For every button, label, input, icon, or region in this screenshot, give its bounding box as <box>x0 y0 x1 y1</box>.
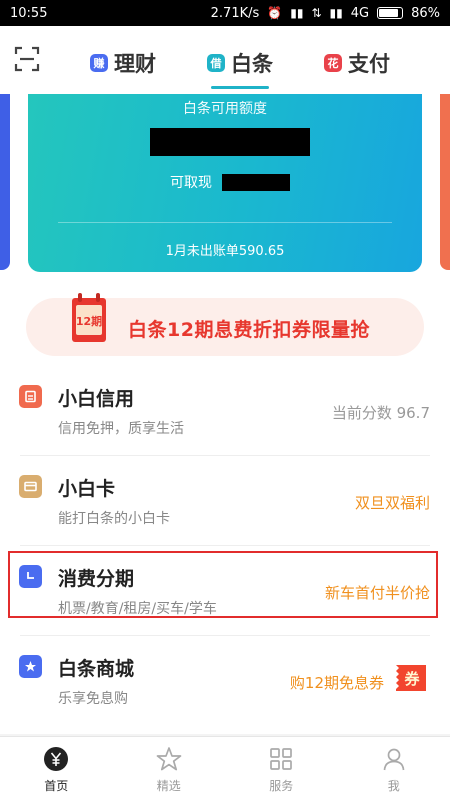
top-nav: 赚 理财 借 白条 花 支付 <box>0 26 450 94</box>
credit-score: 当前分数 96.7 <box>331 404 430 422</box>
tab-badge-baitiao: 借 <box>207 54 225 72</box>
star-outline-icon <box>156 747 182 771</box>
nav-me[interactable]: 我 <box>338 737 450 800</box>
list-item-title: 小白信用 <box>58 388 135 410</box>
nav-me-label: 我 <box>387 779 400 793</box>
status-bar: 10:55 2.71K/s ⏰ ▮▮ ⇅ ▮▮ 4G 86% <box>0 0 450 26</box>
list-item-installment[interactable]: 消费分期 机票/教育/租房/买车/学车 新车首付半价抢 <box>0 546 450 636</box>
scan-icon[interactable] <box>14 46 40 72</box>
list-item-subtitle: 能打白条的小白卡 <box>58 511 170 527</box>
active-tab-indicator <box>211 86 269 89</box>
list-item-mall[interactable]: 白条商城 乐享免息购 购12期免息券 券 <box>0 636 450 726</box>
signal-icon: ▮▮ <box>290 6 304 20</box>
promo-banner[interactable]: 12期 白条12期息费折扣券限量抢 <box>26 293 424 356</box>
nav-home[interactable]: 首页 <box>0 737 113 800</box>
nav-featured-label: 精选 <box>156 779 181 793</box>
list-item-credit[interactable]: 小白信用 信用免押，质享生活 当前分数 96.7 <box>0 366 450 456</box>
credit-limit-card[interactable]: 白条可用额度 可取现 1月未出账单590.65 <box>28 94 422 272</box>
card-divider <box>58 222 392 223</box>
home-yen-icon <box>44 747 69 771</box>
list-item-promo: 双旦双福利 <box>354 494 430 512</box>
card-carousel[interactable]: 白条可用额度 可取现 1月未出账单590.65 <box>0 94 450 280</box>
tab-label-baitiao: 白条 <box>231 52 273 76</box>
limit-amount-redacted <box>150 128 310 156</box>
tab-label-zhifu: 支付 <box>348 52 390 76</box>
network-type: 4G <box>350 5 370 21</box>
unbilled-amount[interactable]: 1月未出账单590.65 <box>28 240 422 259</box>
battery-percent: 86% <box>411 5 440 21</box>
card-icon <box>19 475 42 498</box>
coupon-badge-text: 券 <box>404 670 420 688</box>
withdraw-label: 可取现 <box>170 175 212 191</box>
tab-licai[interactable]: 赚 理财 <box>90 41 156 85</box>
list-item-promo: 新车首付半价抢 <box>324 584 430 602</box>
withdraw-row: 可取现 <box>170 172 290 192</box>
list-item-subtitle: 机票/教育/租房/买车/学车 <box>58 601 217 617</box>
list-item-subtitle: 信用免押，质享生活 <box>58 421 184 437</box>
grid-icon <box>270 748 293 770</box>
list-item-xiaobai-card[interactable]: 小白卡 能打白条的小白卡 双旦双福利 <box>0 456 450 546</box>
promo-text: 白条12期息费折扣券限量抢 <box>128 319 370 341</box>
tab-badge-licai: 赚 <box>90 54 108 72</box>
withdraw-amount-redacted <box>222 173 290 191</box>
nav-featured[interactable]: 精选 <box>113 737 226 800</box>
promo-icon-text: 12期 <box>76 314 102 328</box>
tab-zhifu[interactable]: 花 支付 <box>324 41 390 85</box>
data-arrows-icon: ⇅ <box>311 6 322 20</box>
star-icon <box>19 655 42 678</box>
user-icon <box>383 748 405 771</box>
signal-icon-2: ▮▮ <box>329 6 343 20</box>
credit-icon <box>19 385 42 408</box>
top-tabs: 赚 理财 借 白条 花 支付 <box>90 38 390 89</box>
calendar-coupon-icon: 12期 <box>72 293 106 342</box>
list-item-title: 消费分期 <box>58 568 135 590</box>
nav-services-label: 服务 <box>269 779 294 793</box>
promo-section: 12期 白条12期息费折扣券限量抢 <box>0 280 450 366</box>
prev-card[interactable] <box>0 94 10 270</box>
tab-label-licai: 理财 <box>114 52 156 76</box>
list-item-title: 小白卡 <box>58 478 116 500</box>
bottom-nav: 首页 精选 服务 我 <box>0 736 450 800</box>
list-item-title: 白条商城 <box>58 658 135 680</box>
available-limit-label: 白条可用额度 <box>183 101 267 117</box>
list-item-subtitle: 乐享免息购 <box>58 691 128 707</box>
next-card[interactable] <box>440 94 450 270</box>
nav-services[interactable]: 服务 <box>225 737 338 800</box>
battery-icon <box>377 7 404 19</box>
list-item-promo: 购12期免息券 <box>289 674 384 692</box>
tab-badge-zhifu: 花 <box>324 54 342 72</box>
alarm-icon: ⏰ <box>267 6 283 20</box>
status-right: 2.71K/s ⏰ ▮▮ ⇅ ▮▮ 4G 86% <box>211 6 440 21</box>
service-list: 小白信用 信用免押，质享生活 当前分数 96.7 小白卡 能打白条的小白卡 双旦… <box>0 366 450 734</box>
tab-baitiao[interactable]: 借 白条 <box>207 41 273 89</box>
nav-home-label: 首页 <box>44 779 69 793</box>
coupon-badge-icon: 券 <box>396 665 426 691</box>
net-speed: 2.71K/s <box>210 5 260 21</box>
status-time: 10:55 <box>10 5 48 21</box>
clock-icon <box>19 565 42 588</box>
